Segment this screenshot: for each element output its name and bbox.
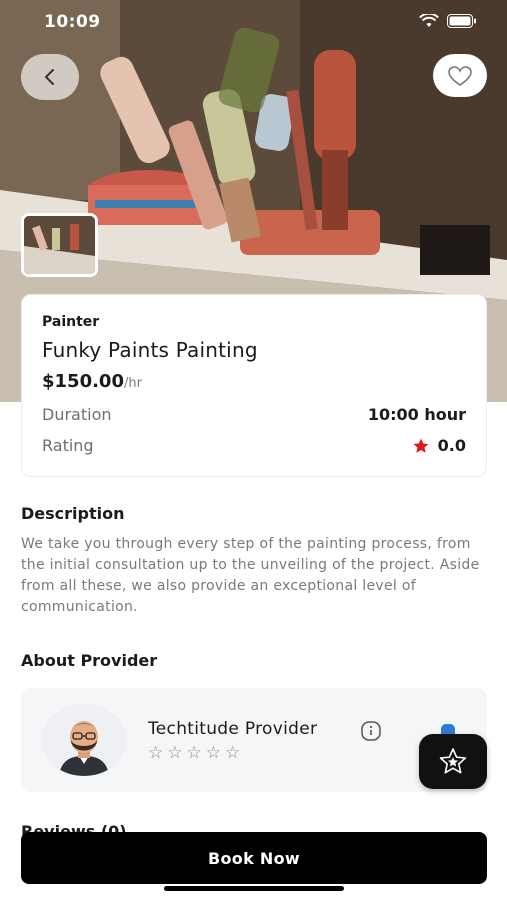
service-name: Funky Paints Painting [42, 338, 258, 362]
service-price: $150.00/hr [42, 371, 142, 392]
info-icon[interactable] [360, 720, 382, 742]
star-filled-icon [413, 438, 429, 453]
rating-text: 0.0 [437, 436, 466, 455]
book-now-button[interactable]: Book Now [21, 832, 487, 884]
description-text: We take you through every step of the pa… [21, 536, 480, 615]
rating-label: Rating [42, 436, 94, 455]
status-bar: 10:09 [0, 0, 507, 46]
provider-card[interactable]: Techtitude Provider ☆ ☆ ☆ ☆ ☆ [21, 688, 487, 792]
duration-text: 10:00 hour [367, 405, 466, 424]
favorite-button[interactable] [433, 54, 487, 97]
rating-value: 0.0 [412, 436, 466, 455]
floating-action-button[interactable] [419, 734, 487, 789]
home-indicator [164, 886, 344, 891]
battery-icon [447, 14, 476, 28]
provider-name: Techtitude Provider [148, 719, 318, 739]
star-empty-icon: ☆ [148, 743, 164, 763]
chevron-left-icon [45, 69, 54, 85]
about-provider-title: About Provider [21, 651, 158, 670]
star-empty-icon: ☆ [186, 743, 202, 763]
star-empty-icon: ☆ [205, 743, 221, 763]
star-empty-icon: ☆ [167, 743, 183, 763]
status-time: 10:09 [44, 12, 101, 32]
back-button[interactable] [21, 54, 79, 100]
price-unit: /hr [123, 376, 142, 391]
duration-label: Duration [42, 405, 112, 424]
star-badge-icon [439, 747, 467, 773]
star-empty-icon: ☆ [225, 743, 241, 763]
provider-rating-stars: ☆ ☆ ☆ ☆ ☆ [148, 743, 240, 763]
gallery-thumbnail[interactable] [21, 213, 98, 277]
service-info-card: Painter Funky Paints Painting $150.00/hr… [21, 294, 487, 477]
description-title: Description [21, 504, 125, 523]
verified-badge-icon [441, 724, 455, 734]
provider-avatar-illustration [41, 704, 127, 776]
status-icons [419, 14, 477, 28]
price-amount: $150.00 [42, 371, 124, 392]
avatar [41, 704, 127, 776]
wifi-icon [419, 14, 439, 27]
duration-value: 10:00 hour [368, 405, 466, 424]
heart-icon [448, 65, 472, 86]
service-category: Painter [42, 314, 100, 330]
thumbnail-image [24, 216, 95, 274]
